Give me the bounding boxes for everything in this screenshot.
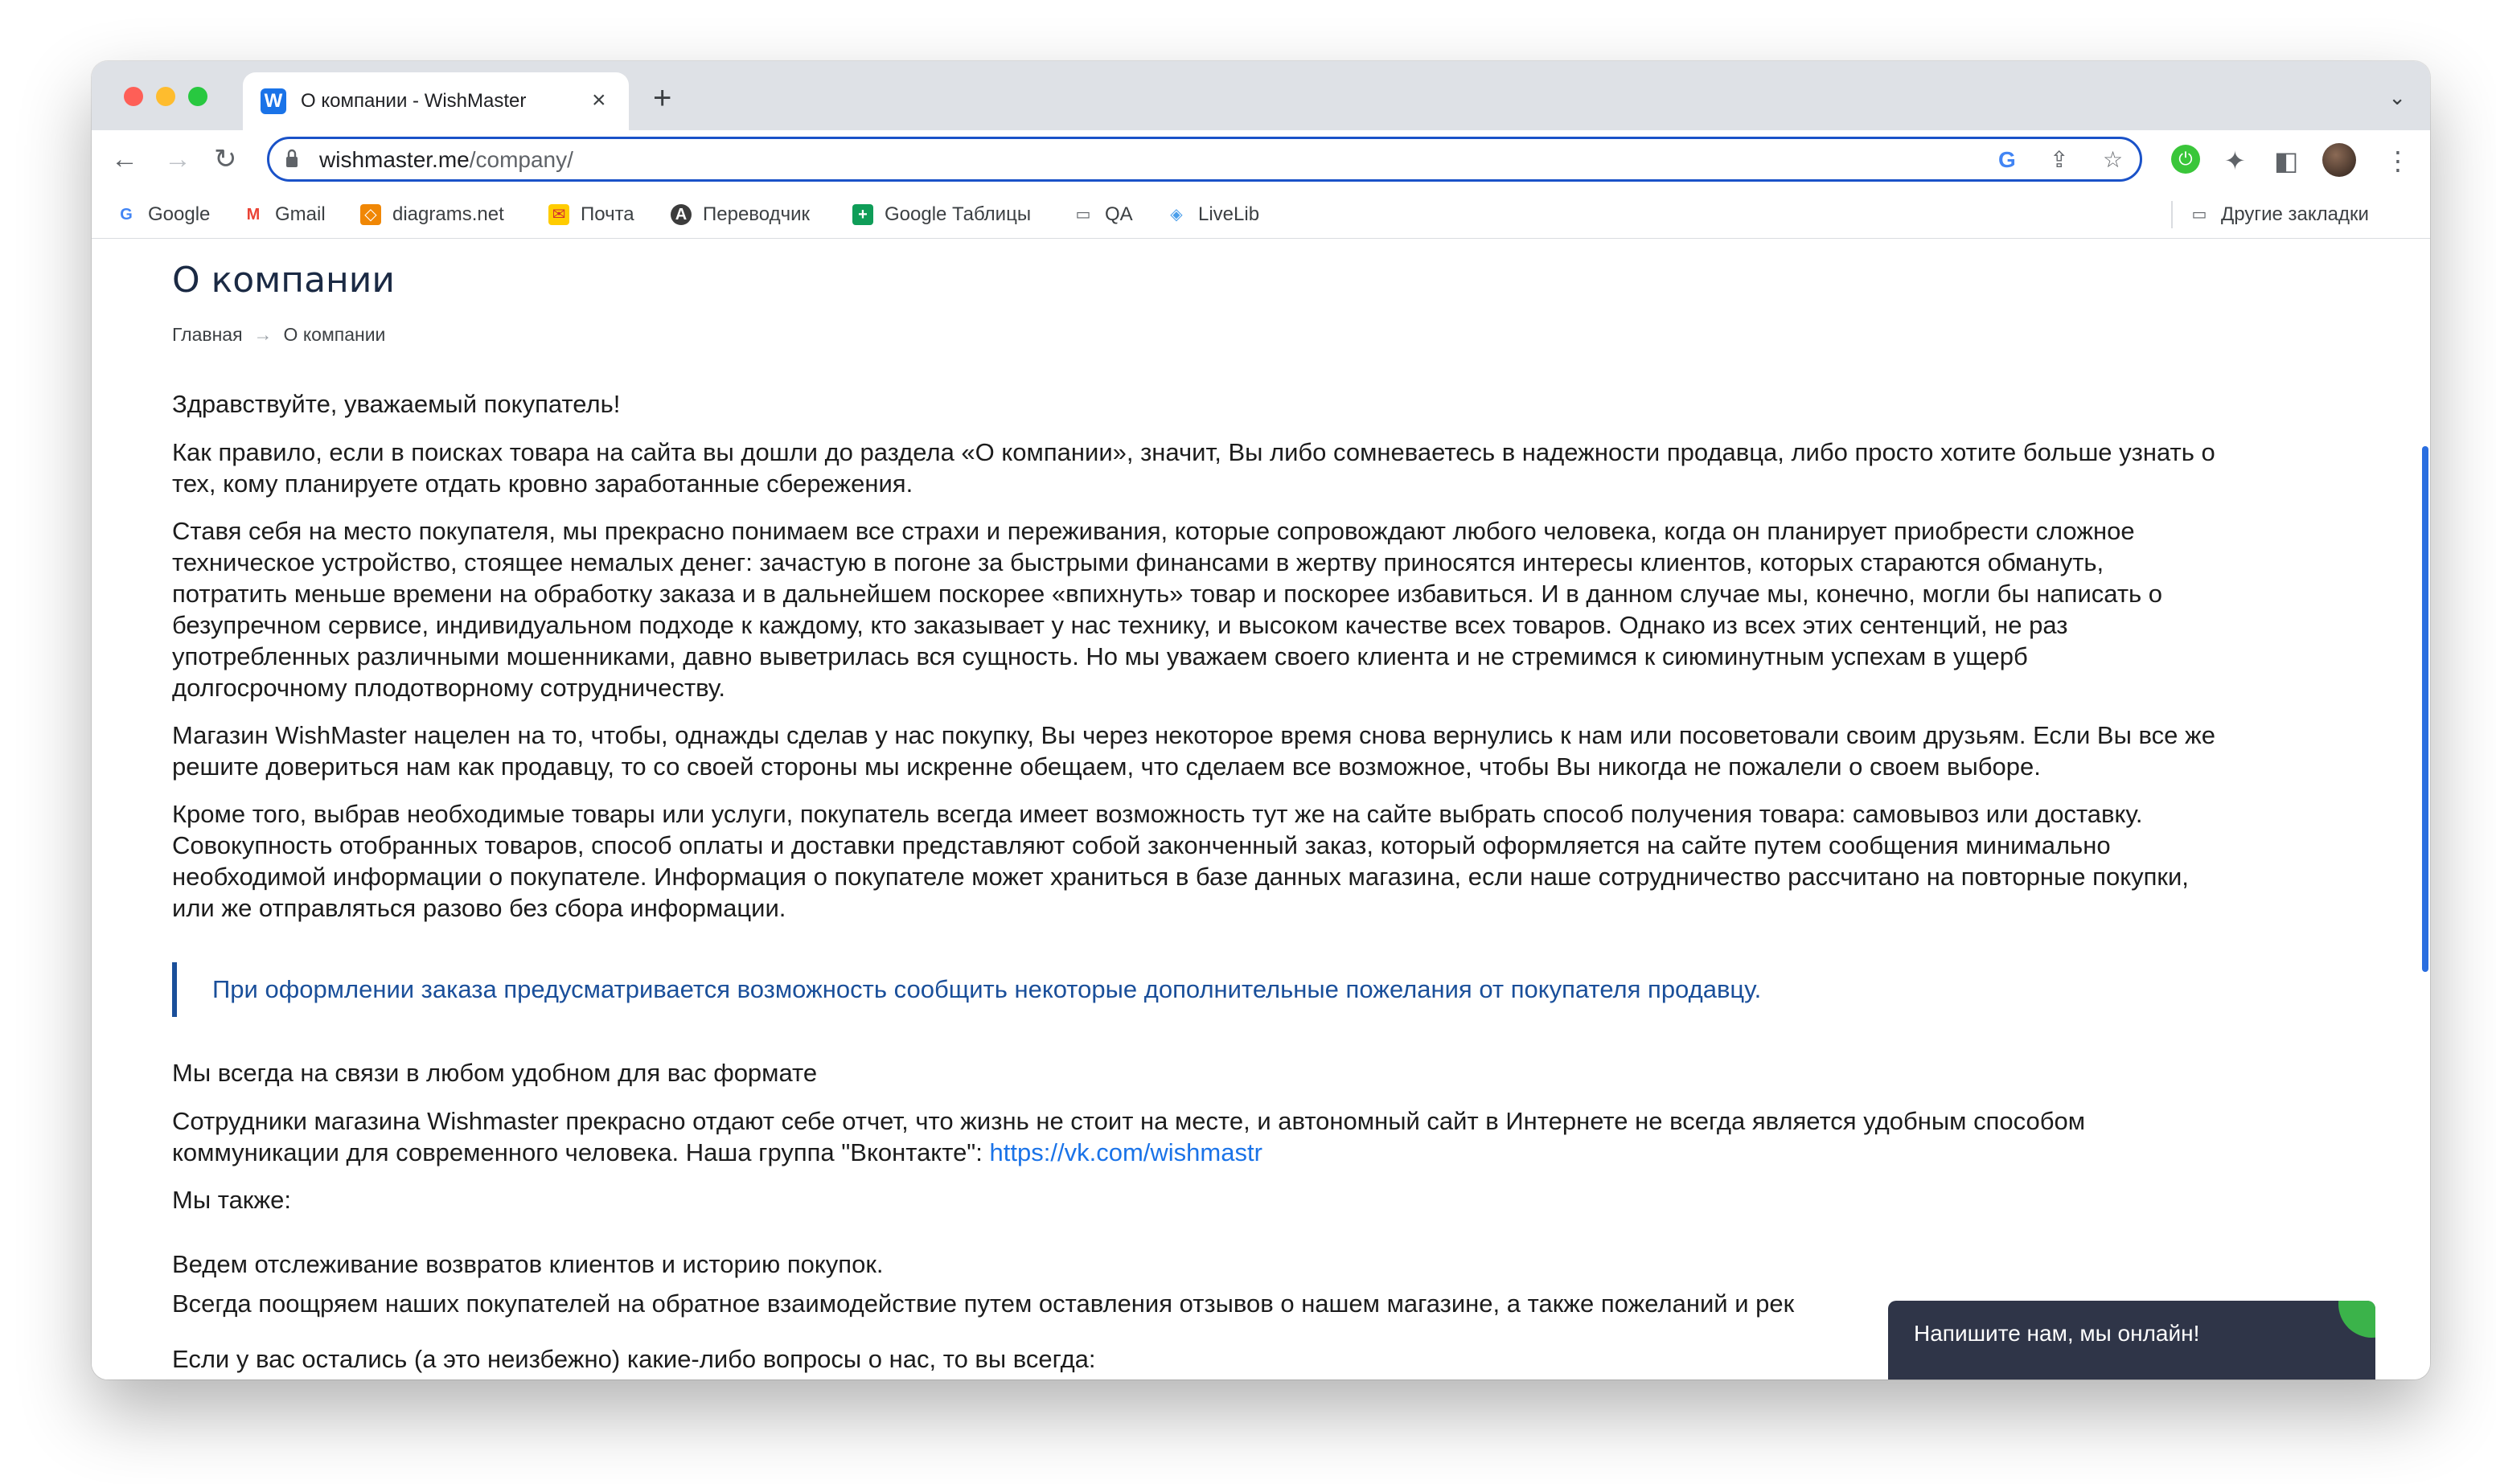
minimize-window-button[interactable]: [156, 87, 175, 106]
extensions-puzzle-icon[interactable]: ✦: [2224, 145, 2246, 177]
bookmark-translator[interactable]: A Переводчик: [671, 203, 810, 227]
bookmark-label: Gmail: [275, 203, 326, 225]
bookmark-label: QA: [1105, 203, 1133, 225]
close-icon[interactable]: ×: [592, 87, 606, 114]
bookmarks-bar: G Google M Gmail ◇ diagrams.net ✉ Почта …: [92, 191, 2430, 239]
tab-strip: W О компании - WishMaster × + ⌄: [92, 61, 2430, 130]
url-host: wishmaster.me: [319, 147, 470, 172]
paragraph-4-line: или же отправляться разово без сбора инф…: [172, 894, 786, 922]
toolbar: ← → ↻ wishmaster.me/company/ G ⇪ ☆ ⏻ ✦ ◧…: [92, 130, 2430, 191]
contact-text: коммуникации для современного человека. …: [172, 1138, 990, 1166]
back-arrow-icon[interactable]: ←: [111, 141, 138, 177]
profile-avatar[interactable]: [2322, 143, 2356, 177]
paragraph-4-line: Совокупность отобранных товаров, способ …: [172, 831, 2111, 859]
paragraph-3-line: Магазин WishMaster нацелен на то, чтобы,…: [172, 721, 2215, 749]
blockquote: При оформлении заказа предусматривается …: [172, 962, 2303, 1017]
bookmark-label: LiveLib: [1198, 203, 1260, 225]
bookmark-livelib[interactable]: ◈ LiveLib: [1166, 203, 1259, 227]
vk-link[interactable]: https://vk.com/wishmastr: [990, 1138, 1262, 1166]
lock-icon: [286, 149, 298, 167]
google-sheets-icon: +: [852, 204, 873, 225]
greeting-text: Здравствуйте, уважаемый покупатель!: [172, 390, 621, 418]
paragraph-2-line: Ставя себя на место покупателя, мы прекр…: [172, 517, 2135, 545]
chat-status-accent: [2338, 1301, 2375, 1338]
paragraph-3-line: решите довериться нам как продавцу, то с…: [172, 752, 2041, 781]
breadcrumb-home-link[interactable]: Главная: [172, 324, 243, 345]
bookmark-label: Переводчик: [703, 203, 811, 225]
paragraph-2-line: потратить меньше времени на обработку за…: [172, 580, 2163, 608]
reload-icon[interactable]: ↻: [214, 141, 237, 177]
chat-widget-button[interactable]: Напишите нам, мы онлайн!: [1888, 1301, 2375, 1379]
url-text: wishmaster.me/company/: [319, 147, 573, 173]
bookmark-gmail[interactable]: M Gmail: [243, 203, 326, 227]
paragraph-2-line: употребленных различными мошенниками, да…: [172, 642, 2028, 670]
tab-title: О компании - WishMaster: [301, 90, 527, 112]
bookmark-label: Другие закладки: [2221, 203, 2369, 225]
forward-arrow-icon[interactable]: →: [164, 141, 191, 177]
paragraph-1-line: тех, кому планируете отдать кровно зараб…: [172, 469, 913, 498]
paragraph-2-line: долгосрочному плодотворному сотрудничест…: [172, 674, 725, 702]
new-tab-button[interactable]: +: [653, 80, 671, 116]
folder-icon: ▭: [2191, 206, 2207, 223]
also-item: Ведем отслеживание возвратов клиентов и …: [172, 1250, 884, 1278]
bookmark-pochta[interactable]: ✉ Почта: [548, 203, 634, 227]
close-window-button[interactable]: [124, 87, 143, 106]
breadcrumb: Главная → О компании: [172, 322, 385, 346]
chat-label: Напишите нам, мы онлайн!: [1914, 1321, 2200, 1346]
other-bookmarks[interactable]: ▭ Другие закладки: [2189, 203, 2369, 227]
bookmark-google-sheets[interactable]: + Google Таблицы: [852, 203, 1031, 227]
contact-heading: Мы всегда на связи в любом удобном для в…: [172, 1059, 818, 1087]
maximize-window-button[interactable]: [188, 87, 207, 106]
paragraph-4-line: необходимой информации о покупателе. Инф…: [172, 863, 2189, 891]
google-translate-icon[interactable]: G: [1998, 147, 2016, 173]
more-menu-icon[interactable]: ⋮: [2385, 145, 2411, 177]
mail-envelope-icon: ✉: [548, 204, 569, 225]
bookmark-label: Почта: [581, 203, 634, 225]
paragraph-2-line: техническое устройство, стоящее немалых …: [172, 548, 2104, 576]
livelib-book-icon: ◈: [1170, 206, 1183, 223]
blockquote-text: При оформлении заказа предусматривается …: [212, 975, 1762, 1003]
also-heading: Мы также:: [172, 1186, 291, 1214]
breadcrumb-current: О компании: [283, 324, 386, 345]
paragraph-1-line: Как правило, если в поисках товара на са…: [172, 438, 2215, 466]
paragraph-4-line: Кроме того, выбрав необходимые товары ил…: [172, 800, 2143, 828]
paragraph-2-line: безупречном сервисе, индивидуальном подх…: [172, 611, 2068, 639]
extension-green-icon[interactable]: ⏻: [2171, 145, 2200, 174]
page-viewport[interactable]: О компании Главная → О компании Здравствуй…: [92, 239, 2430, 1379]
gmail-icon: M: [246, 206, 261, 223]
page-title: О компании: [172, 260, 395, 301]
diagrams-icon: ◇: [360, 204, 381, 225]
contact-paragraph-line: Сотрудники магазина Wishmaster прекрасно…: [172, 1107, 2086, 1135]
google-icon: G: [120, 206, 133, 223]
star-bookmark-icon[interactable]: ☆: [2103, 147, 2123, 173]
address-bar[interactable]: wishmaster.me/company/ G ⇪ ☆: [267, 137, 2142, 182]
contact-paragraph-line: коммуникации для современного человека. …: [172, 1137, 2343, 1168]
wishmaster-favicon-icon: W: [261, 88, 286, 114]
breadcrumb-arrow-icon: →: [253, 324, 273, 345]
bookmark-label: diagrams.net: [392, 203, 504, 225]
bookmark-label: Google: [148, 203, 211, 225]
bookmark-qa[interactable]: ▭ QA: [1073, 203, 1133, 227]
bookmark-diagrams[interactable]: ◇ diagrams.net: [360, 203, 504, 227]
bookmark-google[interactable]: G Google: [116, 203, 210, 227]
url-path: /company/: [469, 147, 573, 172]
share-icon[interactable]: ⇪: [2050, 147, 2068, 173]
scrollbar-thumb[interactable]: [2422, 446, 2428, 972]
bookmark-label: Google Таблицы: [885, 203, 1032, 225]
bookmarks-divider: [2171, 201, 2173, 228]
tab-search-chevron-icon[interactable]: ⌄: [2388, 85, 2406, 109]
side-panel-icon[interactable]: ◧: [2274, 145, 2298, 177]
folder-icon: ▭: [1075, 206, 1091, 223]
browser-window: W О компании - WishMaster × + ⌄ ← → ↻ wi…: [92, 61, 2430, 1379]
translator-icon: A: [671, 204, 692, 225]
tab-active[interactable]: W О компании - WishMaster ×: [243, 72, 629, 130]
